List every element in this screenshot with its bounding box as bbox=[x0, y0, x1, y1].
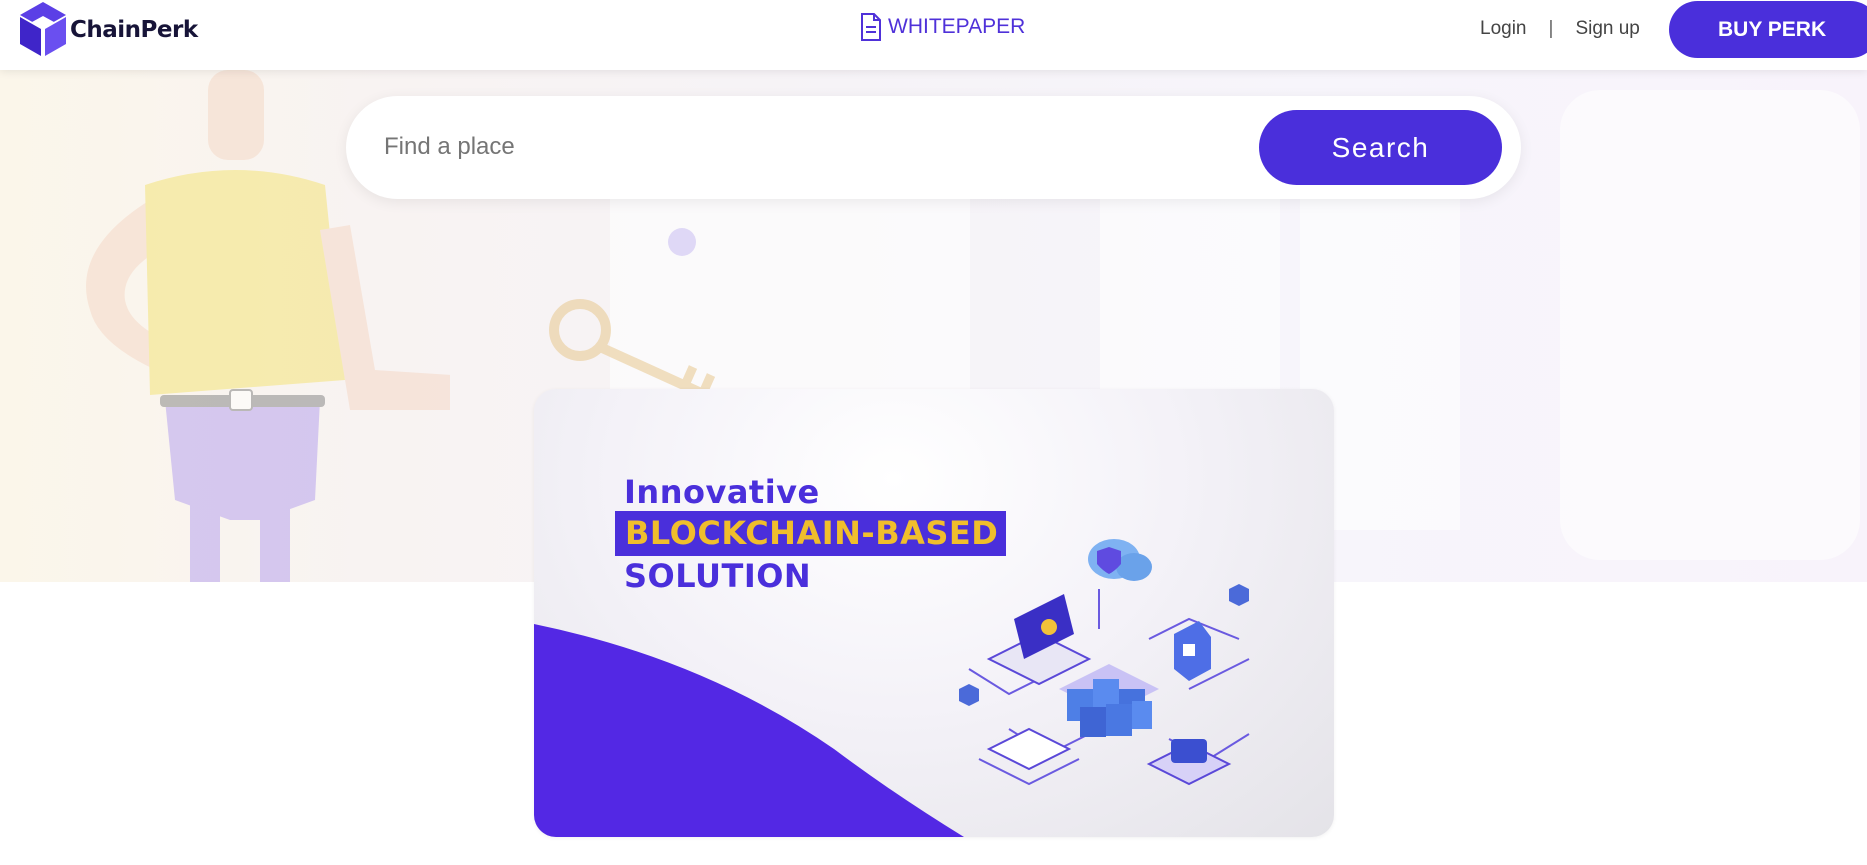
hexagon-cube-logo-icon bbox=[20, 2, 66, 56]
search-button[interactable]: Search bbox=[1259, 110, 1502, 185]
document-icon bbox=[861, 13, 881, 41]
banner-title-line3: SOLUTION bbox=[624, 557, 812, 595]
whitepaper-link[interactable]: WHITEPAPER bbox=[860, 12, 1025, 42]
search-input[interactable] bbox=[384, 124, 1204, 170]
floating-orb bbox=[668, 228, 696, 256]
signup-link[interactable]: Sign up bbox=[1575, 18, 1639, 40]
whitepaper-label: WHITEPAPER bbox=[888, 15, 1026, 38]
auth-links: Login | Sign up bbox=[1480, 18, 1640, 40]
blockchain-network-illustration bbox=[959, 539, 1250, 786]
blockchain-banner: Innovative BLOCKCHAIN-BASED SOLUTION bbox=[534, 389, 1334, 837]
search-bar: Search bbox=[346, 96, 1521, 199]
banner-title-highlight: BLOCKCHAIN-BASED bbox=[615, 511, 1007, 556]
buy-perk-button[interactable]: BUY PERK bbox=[1669, 1, 1867, 58]
chainperk-logo[interactable]: ChainPerk bbox=[18, 2, 198, 58]
banner-title-line1: Innovative bbox=[624, 473, 820, 511]
logo-text: ChainPerk bbox=[70, 17, 198, 43]
auth-separator: | bbox=[1548, 18, 1554, 39]
login-link[interactable]: Login bbox=[1480, 18, 1527, 40]
top-navigation-bar: ChainPerk WHITEPAPER Login | Sign up BUY… bbox=[0, 0, 1867, 70]
